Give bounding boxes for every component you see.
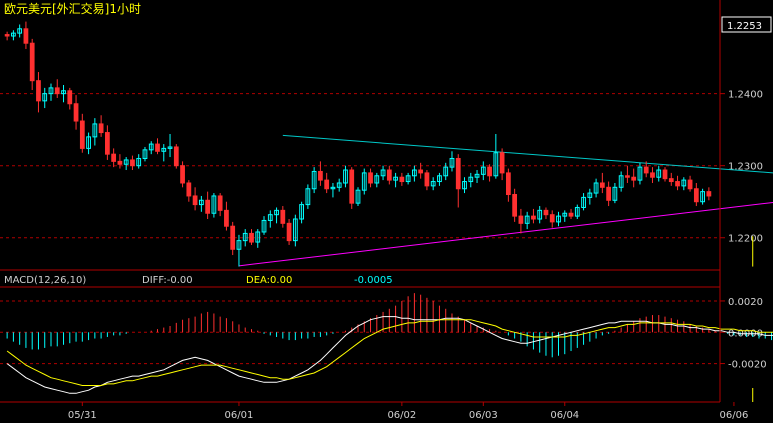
dea-label: DEA:0.00 xyxy=(246,275,292,286)
candle-down xyxy=(631,176,637,181)
candle-down xyxy=(130,159,135,167)
candle-down xyxy=(418,169,424,174)
candle-down xyxy=(599,182,605,188)
candle-down xyxy=(499,152,505,174)
last-price-label: 1.2253 xyxy=(727,21,762,32)
candle-down xyxy=(117,160,123,165)
candle-down xyxy=(286,222,292,242)
diff-label: DIFF:-0.00 xyxy=(142,275,193,286)
candle-down xyxy=(606,186,611,201)
candle-down xyxy=(23,28,29,44)
candle-down xyxy=(675,181,680,187)
candle-down xyxy=(186,182,192,197)
candle-down xyxy=(399,176,405,183)
macd-tick-label: 0.0020 xyxy=(728,297,763,308)
candle-down xyxy=(368,172,373,184)
candle-down xyxy=(386,169,392,181)
candle-down xyxy=(643,166,649,174)
candle-down xyxy=(693,188,699,203)
candle-down xyxy=(67,90,73,105)
candle-down xyxy=(155,143,160,152)
forex-chart-canvas: 欧元美元[外汇交易]1小时 1.24001.23001.22001.2253 M… xyxy=(0,0,773,423)
candle-down xyxy=(249,232,254,243)
candle-down xyxy=(205,199,211,214)
hist-value-label: -0.0005 xyxy=(354,275,393,286)
price-tick-label: 1.2200 xyxy=(728,234,763,245)
candle-down xyxy=(73,103,79,122)
candle-down xyxy=(318,170,323,181)
candle-down xyxy=(568,212,574,217)
candle-down xyxy=(518,215,524,224)
candle-down xyxy=(543,209,549,216)
candle-down xyxy=(687,179,693,190)
candle-down xyxy=(625,175,630,178)
forex-chart-window: 欧元美元[外汇交易]1小时 1.2400 1.2300 1.2200 1.2253 M… xyxy=(0,0,773,423)
candle-down xyxy=(224,209,229,227)
candle-down xyxy=(217,195,223,211)
candle-down xyxy=(455,157,461,190)
candle-down xyxy=(79,120,85,149)
candle-down xyxy=(487,166,492,177)
candle-down xyxy=(549,214,555,223)
x-tick-label: 06/03 xyxy=(469,410,498,421)
candle-down xyxy=(173,146,179,167)
candle-down xyxy=(706,191,712,197)
chart-background xyxy=(0,0,773,423)
candle-down xyxy=(54,87,60,95)
x-tick-label: 06/06 xyxy=(720,410,749,421)
macd-tick-label: -0.0020 xyxy=(728,360,767,371)
candle-down xyxy=(105,132,110,155)
candle-down xyxy=(512,194,518,217)
x-tick-label: 06/04 xyxy=(550,410,579,421)
chart-title: 欧元美元[外汇交易]1小时 xyxy=(4,1,141,16)
candle-down xyxy=(668,178,674,183)
x-tick-label: 06/01 xyxy=(225,410,254,421)
candle-down xyxy=(505,172,511,196)
candle-down xyxy=(4,34,10,37)
candle-down xyxy=(98,123,104,134)
candle-down xyxy=(29,42,35,82)
candle-down xyxy=(280,209,286,224)
candle-down xyxy=(531,215,536,220)
candle-down xyxy=(180,165,185,184)
macd-label: MACD(12,26,10) xyxy=(4,275,86,286)
candle-down xyxy=(192,195,198,206)
candle-down xyxy=(662,169,668,180)
candle-down xyxy=(324,179,330,190)
candle-down xyxy=(36,80,41,102)
candle-down xyxy=(424,172,430,187)
candle-down xyxy=(650,172,655,178)
x-tick-label: 05/31 xyxy=(68,410,97,421)
price-tick-label: 1.2400 xyxy=(728,90,763,101)
candle-down xyxy=(230,225,236,250)
candle-down xyxy=(349,169,355,204)
x-tick-label: 06/02 xyxy=(387,410,416,421)
candle-down xyxy=(111,153,117,162)
